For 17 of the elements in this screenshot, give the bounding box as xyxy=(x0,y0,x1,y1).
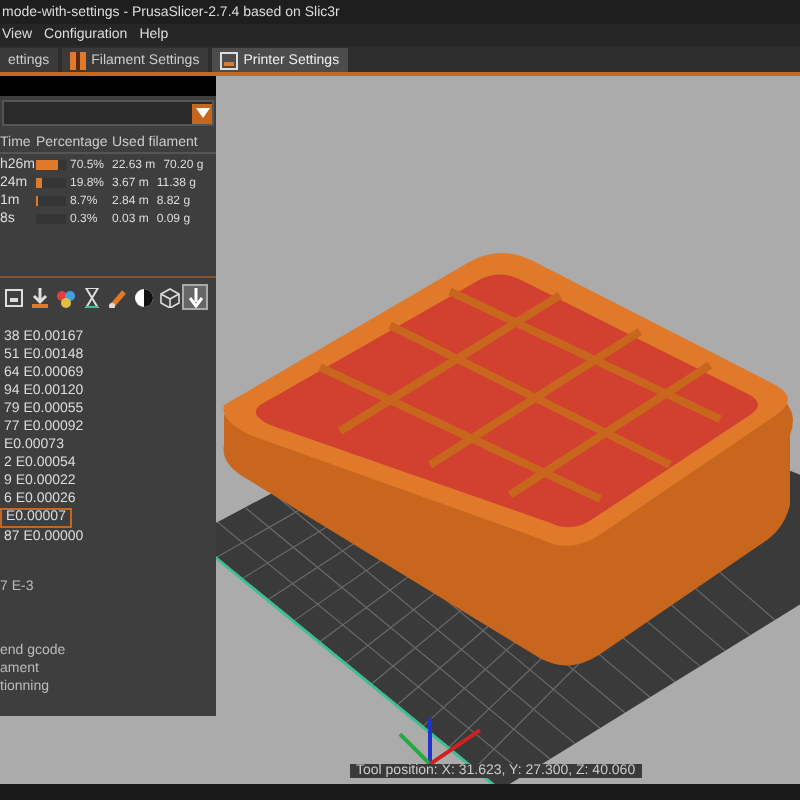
cube-wireframe-icon xyxy=(159,287,179,307)
legend-toggle-button[interactable] xyxy=(132,286,154,308)
view-type-dropdown[interactable] xyxy=(2,100,214,126)
legend-toggle-button[interactable] xyxy=(28,286,50,308)
printer-icon xyxy=(219,51,238,69)
brush-icon xyxy=(107,287,127,307)
arrow-down-icon xyxy=(185,287,205,307)
axes-drawing xyxy=(398,718,482,766)
download-arrow-icon xyxy=(29,287,49,307)
legend-toggle-button[interactable] xyxy=(54,286,76,308)
hourglass-icon xyxy=(81,287,101,307)
dropdown-arrow-icon[interactable] xyxy=(192,103,212,123)
legend-toggle-button[interactable] xyxy=(106,286,128,308)
contrast-circle-icon xyxy=(133,287,153,307)
spool-icon xyxy=(69,51,86,69)
printer-icon xyxy=(3,287,23,307)
color-dots-icon xyxy=(55,287,75,307)
